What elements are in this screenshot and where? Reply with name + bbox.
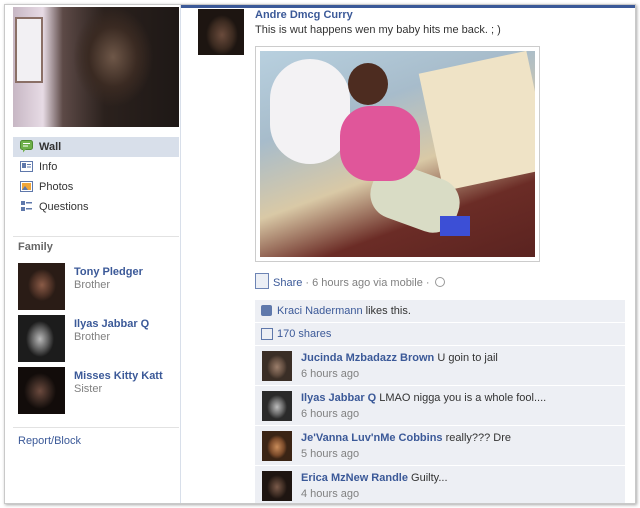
profile-picture[interactable] <box>13 7 179 127</box>
family-member[interactable]: Ilyas Jabbar Q Brother <box>18 315 178 363</box>
comment-text: Guilty... <box>411 472 448 484</box>
thumbs-up-icon <box>261 305 272 316</box>
family-member-name[interactable]: Ilyas Jabbar Q <box>74 318 149 330</box>
nav-item-questions[interactable]: Questions <box>13 197 179 217</box>
nav-item-wall[interactable]: Wall <box>13 137 179 157</box>
comment-time[interactable]: 6 hours ago <box>301 368 359 380</box>
likes-row: Kraci Nadermann likes this. <box>255 300 625 323</box>
shares-icon <box>261 328 273 340</box>
top-bar <box>180 5 635 8</box>
family-member-relation: Brother <box>74 331 111 343</box>
post-actions: Share · 6 hours ago via mobile · <box>255 273 445 289</box>
avatar[interactable] <box>18 367 65 414</box>
post-author-name[interactable]: Andre Dmcg Curry <box>255 9 353 21</box>
comment-author[interactable]: Erica MzNew Randle <box>301 472 408 484</box>
feedback-box: Kraci Nadermann likes this. 170 shares J… <box>255 300 625 503</box>
nav-label: Questions <box>39 201 89 213</box>
comment-text: LMAO nigga you is a whole fool.... <box>379 392 547 404</box>
profile-nav: Wall Info Photos Questions <box>13 137 179 217</box>
avatar[interactable] <box>18 315 65 362</box>
nav-item-info[interactable]: Info <box>13 157 179 177</box>
photos-icon <box>20 181 33 192</box>
avatar[interactable] <box>18 263 65 310</box>
avatar[interactable] <box>262 431 292 461</box>
family-heading: Family <box>18 241 53 253</box>
comment-time[interactable]: 5 hours ago <box>301 448 359 460</box>
facebook-profile-window: Wall Info Photos Questions Family Tony P… <box>4 4 636 504</box>
family-member-name[interactable]: Tony Pledger <box>74 266 143 278</box>
post-meta: · 6 hours ago via mobile · <box>302 277 433 289</box>
info-icon <box>20 161 33 172</box>
comment: Je'Vanna Luv'nMe Cobbins really??? Dre 5… <box>255 426 625 466</box>
questions-icon <box>21 201 32 211</box>
comment-author[interactable]: Ilyas Jabbar Q <box>301 392 376 404</box>
liker-name[interactable]: Kraci Nadermann <box>277 305 363 317</box>
family-member[interactable]: Misses Kitty Katt Sister <box>18 367 178 415</box>
post-photo[interactable] <box>255 46 540 262</box>
nav-label: Photos <box>39 181 74 193</box>
comment-text: really??? Dre <box>445 432 512 444</box>
comment-author[interactable]: Je'Vanna Luv'nMe Cobbins <box>301 432 443 444</box>
family-member-relation: Sister <box>74 383 103 395</box>
share-icon <box>255 273 269 289</box>
nav-label: Wall <box>39 141 62 153</box>
wall-icon <box>20 140 33 153</box>
comment: Erica MzNew Randle Guilty... 4 hours ago <box>255 466 625 503</box>
background-window <box>15 17 43 83</box>
post-message: This is wut happens wen my baby hits me … <box>255 24 501 36</box>
comment-time[interactable]: 4 hours ago <box>301 488 359 500</box>
family-member-name[interactable]: Misses Kitty Katt <box>74 370 163 382</box>
comment-author[interactable]: Jucinda Mzbadazz Brown <box>301 352 434 364</box>
report-block-link[interactable]: Report/Block <box>18 435 81 447</box>
divider <box>13 236 179 237</box>
shares-row[interactable]: 170 shares <box>255 323 625 346</box>
share-link[interactable]: Share <box>273 277 302 289</box>
shares-count[interactable]: 170 shares <box>277 328 331 340</box>
comment-text: U goin to jail <box>437 352 498 364</box>
post-author-avatar[interactable] <box>198 9 244 55</box>
nav-label: Info <box>39 161 58 173</box>
nav-item-photos[interactable]: Photos <box>13 177 179 197</box>
family-member-relation: Brother <box>74 279 111 291</box>
comment: Ilyas Jabbar Q LMAO nigga you is a whole… <box>255 386 625 426</box>
globe-icon <box>434 277 445 287</box>
family-member[interactable]: Tony Pledger Brother <box>18 263 178 311</box>
left-column: Wall Info Photos Questions Family Tony P… <box>5 5 181 503</box>
likes-suffix: likes this. <box>362 305 411 317</box>
avatar[interactable] <box>262 391 292 421</box>
avatar[interactable] <box>262 471 292 501</box>
photo-image <box>260 51 535 257</box>
comment-time[interactable]: 6 hours ago <box>301 408 359 420</box>
avatar[interactable] <box>262 351 292 381</box>
divider <box>13 427 179 428</box>
comment: Jucinda Mzbadazz Brown U goin to jail 6 … <box>255 346 625 386</box>
